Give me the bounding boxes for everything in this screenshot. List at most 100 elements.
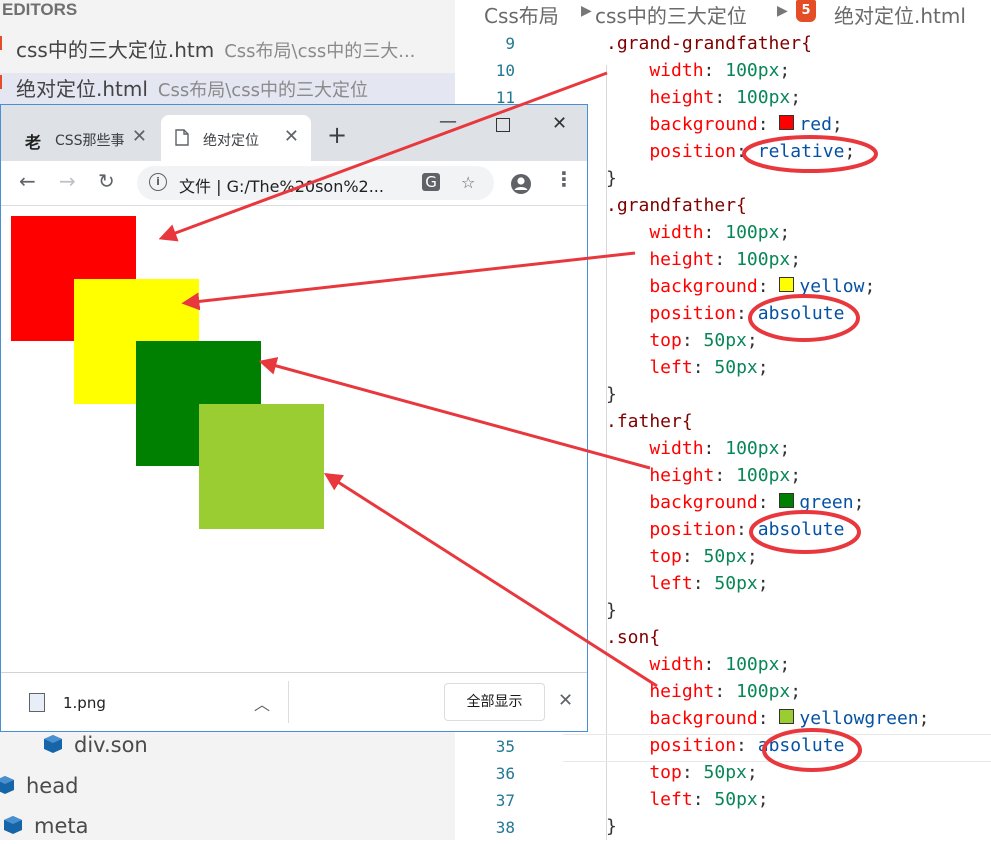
minimize-icon[interactable]: —	[439, 111, 457, 132]
breadcrumb: Css布局 ▶ css中的三大定位 ▶ 5 绝对定位.html	[455, 0, 991, 28]
line-number: 37	[495, 791, 515, 810]
code-token: ;	[790, 465, 802, 486]
outline-item-head[interactable]: head	[0, 774, 78, 804]
color-swatch[interactable]	[779, 493, 795, 508]
browser-window: 老 CSS那些事 ✕ 绝对定位 ✕ + — ✕ ← → ↻ i 文件 | G:/…	[0, 104, 588, 732]
close-icon[interactable]: ✕	[558, 690, 573, 711]
outline-item-label: div.son	[74, 733, 148, 757]
code-token: background	[606, 114, 758, 135]
forward-icon[interactable]: →	[59, 171, 76, 191]
code-token: ;	[757, 573, 769, 594]
color-swatch[interactable]	[779, 115, 795, 130]
code-token: :	[703, 222, 726, 243]
profile-avatar-icon[interactable]	[510, 173, 532, 195]
code-line: height: 100px;	[606, 465, 801, 486]
code-token: }	[606, 600, 617, 621]
close-icon[interactable]: ✕	[284, 126, 299, 147]
code-token: :	[757, 276, 780, 297]
code-token: ;	[746, 330, 758, 351]
show-all-downloads-button[interactable]: 全部显示	[444, 683, 545, 721]
code-token: 50px	[714, 573, 758, 594]
code-token: :	[714, 465, 737, 486]
download-bar: 1.png ︿ 全部显示 ✕	[1, 672, 587, 731]
code-token: width	[606, 438, 704, 459]
code-line: position: absolute	[606, 735, 844, 756]
box-grandfather	[74, 279, 324, 529]
star-icon[interactable]: ☆	[461, 173, 475, 192]
code-token: ;	[779, 222, 791, 243]
breadcrumb-item[interactable]: css中的三大定位	[595, 0, 747, 28]
address-text[interactable]: 文件 | G:/The%20son%2...	[179, 173, 401, 197]
color-swatch[interactable]	[779, 709, 795, 724]
divider	[288, 681, 289, 723]
code-token: :	[736, 303, 758, 324]
outline-item-div-son[interactable]: div.son	[42, 733, 148, 763]
code-line: height: 100px;	[606, 681, 801, 702]
line-number: 9	[505, 34, 515, 53]
code-line: width: 100px;	[606, 60, 790, 81]
code-token: height	[606, 681, 715, 702]
code-token: }	[606, 168, 617, 189]
code-token: red	[799, 114, 832, 135]
code-token: ;	[746, 546, 758, 567]
code-token: absolute	[757, 735, 845, 756]
browser-toolbar: ← → ↻ i 文件 | G:/The%20son%2... G ☆ ⋮	[1, 161, 587, 206]
close-window-icon[interactable]: ✕	[552, 113, 567, 134]
code-token: :	[714, 249, 737, 270]
code-token: ;	[844, 141, 856, 162]
code-token: }	[606, 816, 617, 837]
info-icon[interactable]: i	[149, 173, 167, 191]
code-token: ;	[790, 249, 802, 270]
code-token: yellow	[799, 276, 865, 297]
code-token: absolute	[757, 519, 845, 540]
code-token: background	[606, 708, 758, 729]
code-token: top	[606, 762, 682, 783]
code-line: position: absolute	[606, 519, 844, 540]
open-editor-item[interactable]: css中的三大定位.htm Css布局\css中的三大...	[0, 34, 455, 72]
chevron-up-icon[interactable]: ︿	[254, 691, 270, 715]
new-tab-button[interactable]: +	[327, 123, 347, 147]
tab-strip: 老 CSS那些事 ✕ 绝对定位 ✕ + — ✕	[1, 105, 587, 161]
breadcrumb-item[interactable]: Css布局	[484, 0, 559, 28]
code-token: position	[606, 735, 737, 756]
code-token: 100px	[736, 465, 791, 486]
breadcrumb-item[interactable]: 绝对定位.html	[834, 0, 966, 28]
code-line: }	[606, 816, 617, 837]
code-token: top	[606, 546, 682, 567]
code-token: :	[681, 762, 704, 783]
reload-icon[interactable]: ↻	[98, 171, 115, 191]
code-token: ;	[831, 114, 843, 135]
code-token: height	[606, 87, 715, 108]
code-token: :	[736, 141, 758, 162]
code-token: :	[714, 87, 737, 108]
code-line: .grandfather{	[606, 195, 747, 216]
back-icon[interactable]: ←	[19, 171, 36, 191]
code-token: :	[757, 708, 780, 729]
code-line: left: 50px;	[606, 573, 769, 594]
close-icon[interactable]: ✕	[132, 126, 147, 147]
color-swatch[interactable]	[779, 277, 795, 292]
download-filename[interactable]: 1.png	[63, 694, 106, 712]
translate-icon[interactable]: G	[422, 173, 440, 191]
code-token: ;	[746, 762, 758, 783]
code-token: :	[692, 789, 715, 810]
site-favicon: 老	[25, 133, 42, 152]
code-token: ;	[853, 492, 865, 513]
tab-absolute-positioning[interactable]: 绝对定位 ✕	[161, 115, 311, 161]
address-bar[interactable]: i 文件 | G:/The%20son%2... G ☆	[137, 166, 494, 200]
open-editor-path: Css布局\css中的三大...	[224, 41, 416, 62]
code-token: left	[606, 573, 693, 594]
code-token: 100px	[736, 87, 791, 108]
code-token: width	[606, 60, 704, 81]
code-token: left	[606, 357, 693, 378]
maximize-icon[interactable]	[496, 118, 510, 132]
code-token: ;	[790, 87, 802, 108]
tab-css-things[interactable]: 老 CSS那些事 ✕	[13, 115, 159, 161]
code-token: ;	[864, 276, 876, 297]
code-line: position: relative;	[606, 141, 855, 162]
open-editors-header: EDITORS	[2, 0, 78, 19]
code-token: .son{	[606, 627, 661, 648]
code-token: 100px	[725, 654, 780, 675]
code-token: :	[692, 357, 715, 378]
menu-kebab-icon[interactable]: ⋮	[554, 169, 574, 189]
